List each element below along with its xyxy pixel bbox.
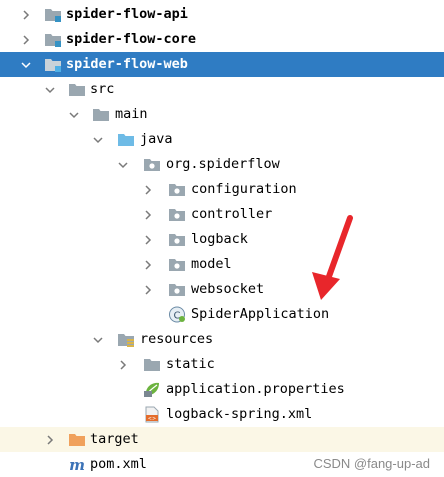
- tree-row-spider-flow-core[interactable]: spider-flow-core: [0, 27, 444, 52]
- tree-label: pom.xml: [90, 456, 147, 472]
- package-icon: [143, 156, 161, 173]
- tree-row-src[interactable]: src: [0, 77, 444, 102]
- chevron-down-icon[interactable]: [92, 127, 104, 152]
- tree-label: logback: [191, 231, 248, 247]
- source-folder-icon: [117, 131, 135, 148]
- chevron-right-icon[interactable]: [142, 177, 154, 202]
- tree-row-spider-flow-api[interactable]: spider-flow-api: [0, 2, 444, 27]
- tree-label: spider-flow-core: [66, 31, 197, 47]
- tree-row-resources[interactable]: resources: [0, 327, 444, 352]
- tree-row-package[interactable]: org.spiderflow: [0, 152, 444, 177]
- package-icon: [168, 231, 186, 248]
- package-icon: [168, 181, 186, 198]
- chevron-right-icon[interactable]: [44, 427, 56, 452]
- chevron-right-icon[interactable]: [20, 27, 32, 52]
- chevron-down-icon[interactable]: [68, 102, 80, 127]
- tree-row-controller[interactable]: controller: [0, 202, 444, 227]
- chevron-right-icon[interactable]: [142, 277, 154, 302]
- red-arrow-annotation: [312, 215, 353, 300]
- folder-icon: [143, 356, 161, 373]
- excluded-folder-icon: [68, 431, 86, 448]
- tree-row-logback-xml[interactable]: <> logback-spring.xml: [0, 402, 444, 427]
- tree-label: main: [115, 106, 148, 122]
- chevron-right-icon[interactable]: [117, 352, 129, 377]
- maven-icon: m: [68, 456, 86, 473]
- tree-label: configuration: [191, 181, 297, 197]
- tree-label: websocket: [191, 281, 265, 297]
- tree-label: target: [90, 431, 139, 447]
- chevron-down-icon[interactable]: [44, 77, 56, 102]
- tree-label: java: [140, 131, 173, 147]
- folder-icon: [68, 81, 86, 98]
- chevron-right-icon[interactable]: [142, 202, 154, 227]
- watermark: CSDN @fang-up-ad: [313, 456, 430, 471]
- chevron-down-icon[interactable]: [20, 52, 32, 77]
- tree-row-java[interactable]: java: [0, 127, 444, 152]
- tree-label: application.properties: [166, 381, 345, 397]
- package-icon: [168, 206, 186, 223]
- tree-label: resources: [140, 331, 214, 347]
- module-folder-icon: [44, 6, 62, 23]
- tree-row-target[interactable]: target: [0, 427, 444, 452]
- resources-folder-icon: [117, 331, 135, 348]
- chevron-right-icon[interactable]: [20, 2, 32, 27]
- tree-row-logback[interactable]: logback: [0, 227, 444, 252]
- tree-label: static: [166, 356, 215, 372]
- xml-file-icon: <>: [143, 406, 161, 423]
- package-icon: [168, 281, 186, 298]
- tree-row-spider-flow-web[interactable]: spider-flow-web: [0, 52, 444, 77]
- tree-row-configuration[interactable]: configuration: [0, 177, 444, 202]
- spring-properties-icon: [143, 381, 161, 398]
- tree-label: spider-flow-api: [66, 6, 188, 22]
- tree-label: spider-flow-web: [66, 56, 188, 72]
- module-folder-icon: [44, 31, 62, 48]
- tree-label: model: [191, 256, 232, 272]
- tree-row-main[interactable]: main: [0, 102, 444, 127]
- folder-icon: [92, 106, 110, 123]
- tree-row-static[interactable]: static: [0, 352, 444, 377]
- tree-row-spider-application[interactable]: C SpiderApplication: [0, 302, 444, 327]
- tree-label: src: [90, 81, 115, 97]
- svg-text:<>: <>: [148, 416, 156, 422]
- tree-label: controller: [191, 206, 273, 222]
- chevron-right-icon[interactable]: [142, 252, 154, 277]
- tree-row-model[interactable]: model: [0, 252, 444, 277]
- tree-row-application-properties[interactable]: application.properties: [0, 377, 444, 402]
- package-icon: [168, 256, 186, 273]
- svg-text:m: m: [69, 456, 85, 473]
- tree-row-websocket[interactable]: websocket: [0, 277, 444, 302]
- spring-class-icon: C: [168, 306, 186, 323]
- tree-label: org.spiderflow: [166, 156, 280, 172]
- tree-label: logback-spring.xml: [166, 406, 313, 422]
- module-folder-icon: [44, 56, 62, 73]
- chevron-right-icon[interactable]: [142, 227, 154, 252]
- chevron-down-icon[interactable]: [92, 327, 104, 352]
- chevron-down-icon[interactable]: [117, 152, 129, 177]
